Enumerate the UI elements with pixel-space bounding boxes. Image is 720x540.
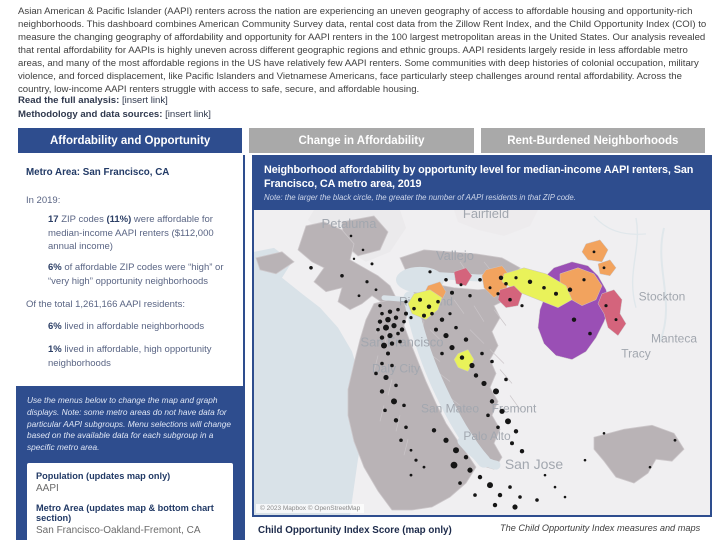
menu-card: Population (updates map only) AAPI Metro… [27,462,233,540]
coi-description: The Child Opportunity Index measures and… [500,523,701,533]
menu-instructions-box: Use the menus below to change the map an… [16,386,244,540]
stat-zip-codes: 17 ZIP codes (11%) were affordable for m… [48,214,214,252]
tab-change-in-affordability[interactable]: Change in Affordability [249,128,474,153]
city-label-san-francisco: San Francisco [360,335,443,350]
map-attribution[interactable]: © 2023 Mapbox © OpenStreetMap [256,504,365,513]
tab-affordability-opportunity[interactable]: Affordability and Opportunity [18,128,243,153]
stat-affordable: 6% lived in affordable neighborhoods [48,321,205,332]
city-label-palo-alto: Palo Alto [463,429,511,443]
sidebar-metro-heading: Metro Area: San Francisco, CA [26,167,170,178]
map-title: Neighborhood affordability by opportunit… [264,164,694,190]
methodology-link-placeholder[interactable]: [insert link] [165,109,211,120]
city-label-fairfield: Fairfield [463,210,509,221]
map-note: Note: the larger the black circle, the g… [264,193,576,202]
tab-bar: Affordability and Opportunity Change in … [18,128,705,153]
stat-zip-count: 17 [48,214,59,225]
sidebar-year-intro: In 2019: [26,195,61,206]
links-block: Read the full analysis: [insert link] Me… [18,94,211,121]
legend-footer: Child Opportunity Index Score (map only)… [252,517,720,540]
analysis-link-row: Read the full analysis: [insert link] [18,94,211,108]
sidebar-residents-intro: Of the total 1,261,166 AAPI residents: [26,299,185,310]
stat-opportunity-percent: 6% [48,262,62,273]
metro-menu-label: Metro Area (updates map & bottom chart s… [36,502,214,523]
stat-opportunity: 6% of affordable ZIP codes were “high” o… [48,262,224,287]
city-label-san-jose: San Jose [505,456,564,472]
city-label-petaluma: Petaluma [322,216,378,231]
bay-area-map: Petaluma Fairfield Vallejo Antioch Stock… [254,210,710,515]
menu-instructions-text: Use the menus below to change the map an… [27,395,231,453]
dashboard: Asian American & Pacific Islander (AAPI)… [0,0,720,540]
legend-title: Child Opportunity Index Score (map only) [258,525,452,536]
stat-affordable-high-opp: 1% lived in affordable, high opportunity… [48,344,212,369]
stat-affordable-percent: 6% [48,321,62,332]
city-label-fremont: Fremont [492,401,537,415]
tab-rent-burdened-neighborhoods[interactable]: Rent-Burdened Neighborhoods [480,128,705,153]
analysis-link-placeholder[interactable]: [insert link] [122,95,168,106]
city-label-daly-city: Daly City [372,361,420,375]
city-label-san-mateo: San Mateo [421,401,479,415]
map-canvas[interactable]: Petaluma Fairfield Vallejo Antioch Stock… [254,210,710,515]
map-header: Neighborhood affordability by opportunit… [254,157,710,210]
city-label-stockton: Stockton [639,290,686,304]
city-label-vallejo: Vallejo [436,248,474,263]
methodology-link-row: Methodology and data sources: [insert li… [18,108,211,122]
analysis-link-label: Read the full analysis: [18,95,122,106]
map-panel: Neighborhood affordability by opportunit… [252,155,712,517]
city-label-tracy: Tracy [621,347,651,361]
city-label-manteca: Manteca [651,332,697,346]
sidebar-stats-panel: Metro Area: San Francisco, CA In 2019: 1… [16,155,245,540]
stat-zip-percent: (11%) [106,214,132,225]
intro-paragraph: Asian American & Pacific Islander (AAPI)… [18,6,707,95]
stat-affordable-high-opp-percent: 1% [48,344,62,355]
population-menu-label: Population (updates map only) [36,470,171,481]
population-select[interactable]: AAPI [36,483,224,494]
methodology-link-label: Methodology and data sources: [18,108,166,120]
metro-select[interactable]: San Francisco-Oakland-Fremont, CA [36,525,224,536]
